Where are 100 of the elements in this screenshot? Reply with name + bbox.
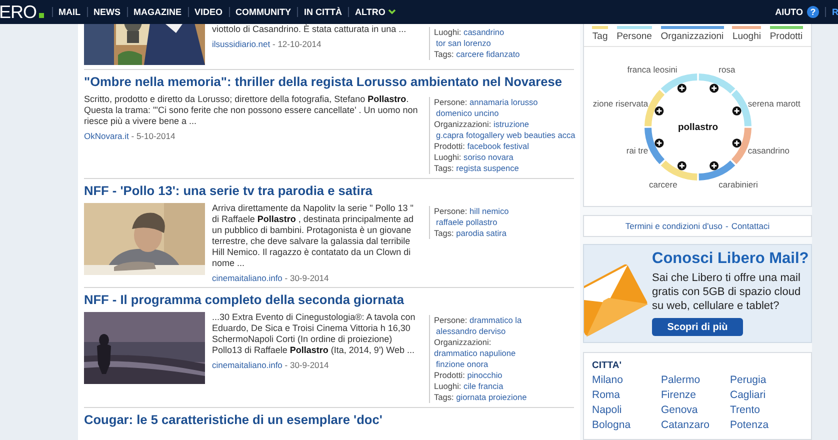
tag-link[interactable]: domenico uncino xyxy=(434,108,576,119)
tag-link[interactable]: tor san lorenzo xyxy=(434,38,574,49)
promo-title: Conosci Libero Mail? xyxy=(652,250,810,268)
nav-link[interactable]: ALTRO xyxy=(348,7,402,17)
tag-link[interactable]: parodia satira xyxy=(456,228,506,238)
node-label[interactable]: casandrino xyxy=(748,146,790,156)
tag-link[interactable]: regista suspence xyxy=(456,163,519,173)
article-date: - 30-9-2014 xyxy=(284,273,329,283)
tag-link[interactable]: casandrino xyxy=(464,27,504,37)
article-date: - 5-10-2014 xyxy=(131,131,176,141)
nav-link[interactable]: R xyxy=(825,7,838,17)
tag-label: Luoghi: xyxy=(434,27,462,37)
node-label[interactable]: rai tre xyxy=(626,146,648,156)
article-title[interactable]: NFF - Il programma completo della seconda giornata xyxy=(84,291,404,308)
node-label[interactable]: rosa xyxy=(718,64,736,75)
city-link[interactable]: Perugia xyxy=(730,374,799,387)
nav-link[interactable]: IN CITTÀ xyxy=(297,7,348,17)
tag-link[interactable]: alessandro derviso xyxy=(434,326,574,337)
legend-label: Organizzazioni xyxy=(660,31,724,42)
city-link[interactable]: Cagliari xyxy=(730,389,799,402)
tag-link[interactable]: annamaria lorusso xyxy=(470,97,538,107)
help-icon[interactable]: ? xyxy=(807,6,819,18)
nav-link[interactable]: NEWS xyxy=(86,7,127,17)
center-label: pollastro xyxy=(678,122,718,133)
plus-icon[interactable] xyxy=(710,84,719,93)
tag-label: Persone: xyxy=(434,97,468,107)
nav-link[interactable]: COMMUNITY xyxy=(228,7,298,17)
tag-label: Tags: xyxy=(434,49,454,59)
article-date: - 12-10-2014 xyxy=(272,39,322,49)
tag-label: Organizzazioni: xyxy=(434,119,492,129)
legend-label: Persone xyxy=(616,31,652,42)
plus-icon[interactable] xyxy=(654,106,664,116)
tag-link[interactable]: facebook festival xyxy=(467,141,530,151)
plus-icon[interactable] xyxy=(677,161,686,170)
article-title[interactable]: "Ombre nella memoria": thriller della regista Lorusso ambientato nel Novarese xyxy=(84,73,562,90)
article-title[interactable]: Cougar: le 5 caratteristiche di un esemplare 'doc' xyxy=(84,411,382,428)
tag-label: Luoghi: xyxy=(434,152,462,162)
plus-icon[interactable] xyxy=(677,84,686,93)
tag-label: Prodotti: xyxy=(434,141,465,151)
tag-label: Tags: xyxy=(434,163,454,173)
tag-link[interactable]: carcere fidanzato xyxy=(456,49,520,59)
city-link[interactable]: Palermo xyxy=(661,374,730,387)
city-link[interactable]: Trento xyxy=(730,404,799,417)
city-link[interactable]: Napoli xyxy=(592,404,661,417)
tag-link[interactable]: drammatico la xyxy=(470,315,522,325)
tag-link[interactable]: cile francia xyxy=(464,381,504,391)
legend-label: Tag xyxy=(592,31,608,42)
plus-icon[interactable] xyxy=(710,161,719,170)
discover-button[interactable]: Scopri di più xyxy=(652,318,743,336)
article-snippet: ...30 Extra Evento di Cinegustologia®: A tavola con Eduardo, De Sica e Troisi Cinema Vittoria h 16,30 SchermoNapoli Corti (In ordine di proiezione) Pollo13 di Raffaele Pollastro (Ita, 2014, 9') Web ... xyxy=(212,312,416,356)
node-label[interactable]: carcere xyxy=(649,179,678,190)
tag-link[interactable]: hill nemico xyxy=(470,206,509,216)
city-link[interactable]: Bologna xyxy=(592,419,661,432)
link-separator: - xyxy=(725,221,728,232)
tag-label: Persone: xyxy=(434,206,468,216)
node-label[interactable]: carabinieri xyxy=(718,179,758,190)
tag-label: Organizzazioni: xyxy=(434,337,492,347)
tag-link[interactable]: g.capra fotogallery web beauties acca xyxy=(434,130,576,141)
city-link[interactable]: Genova xyxy=(661,404,730,417)
footer-link[interactable]: Termini e condizioni d'uso xyxy=(625,221,722,232)
city-link[interactable]: Milano xyxy=(592,374,661,387)
node-label[interactable]: franca leosini xyxy=(627,64,678,75)
nav-link[interactable]: MAIL xyxy=(52,7,87,17)
article-snippet: Arriva direttamente da Napolitv la serie " Pollo 13 " di Raffaele Pollastro , destinata principalmente ad un pubblico di bambini. Protagonista è un giovane terrestre, che deve salvare la galassia dal terribile Hill Nemico. Il ragazzo è contatato da un Clown di nome ... xyxy=(212,203,414,269)
article-snippet: viottolo di Casandrino. È stata catturata in una ... xyxy=(212,24,408,35)
nav-link[interactable]: MAGAZINE xyxy=(126,7,188,17)
tag-link[interactable]: istruzione xyxy=(494,119,530,129)
city-link[interactable]: Firenze xyxy=(661,389,730,402)
city-link[interactable]: Roma xyxy=(592,389,661,402)
help-link[interactable]: AIUTO xyxy=(775,7,803,17)
source-link[interactable]: ilsussidiario.net xyxy=(212,39,270,49)
logo[interactable]: ERO xyxy=(0,2,37,22)
source-link[interactable]: OkNovara.it xyxy=(84,131,129,141)
plus-icon[interactable] xyxy=(732,106,742,116)
article-title[interactable]: NFF - 'Pollo 13': una serie tv tra parodia e satira xyxy=(84,182,372,199)
tag-link[interactable]: soriso novara xyxy=(464,152,514,162)
city-link[interactable]: Potenza xyxy=(730,419,799,432)
tag-link[interactable]: drammatico napulione xyxy=(434,348,516,358)
article-date: - 30-9-2014 xyxy=(284,360,329,370)
tag-label: Prodotti: xyxy=(434,370,465,380)
footer-link[interactable]: Contattaci xyxy=(731,221,770,232)
cities-title: CITTA' xyxy=(592,360,623,371)
tag-link[interactable]: raffaele pollastro xyxy=(434,217,574,228)
legend-label: Luoghi xyxy=(732,31,761,42)
source-link[interactable]: cinemaitaliano.info xyxy=(212,273,282,283)
plus-icon[interactable] xyxy=(732,138,742,148)
tag-label: Tags: xyxy=(434,228,454,238)
node-label[interactable]: serena marott xyxy=(748,98,800,108)
tag-link[interactable]: pinocchio xyxy=(467,370,502,380)
plus-icon[interactable] xyxy=(654,138,664,148)
tag-link[interactable]: giornata proiezione xyxy=(456,392,527,402)
legend-label: Prodotti xyxy=(770,31,803,42)
promo-text: Sai che Libero ti offre una mail gratis con 5GB di spazio cloud su web, cellulare e tablet? xyxy=(652,271,802,313)
tag-label: Tags: xyxy=(434,392,454,402)
nav-link[interactable]: VIDEO xyxy=(188,7,229,17)
node-label[interactable]: zione riservata xyxy=(592,98,648,108)
source-link[interactable]: cinemaitaliano.info xyxy=(212,360,282,370)
tag-label: Luoghi: xyxy=(434,381,462,391)
tag-link[interactable]: finzione onora xyxy=(434,359,574,370)
city-link[interactable]: Catanzaro xyxy=(661,419,730,432)
